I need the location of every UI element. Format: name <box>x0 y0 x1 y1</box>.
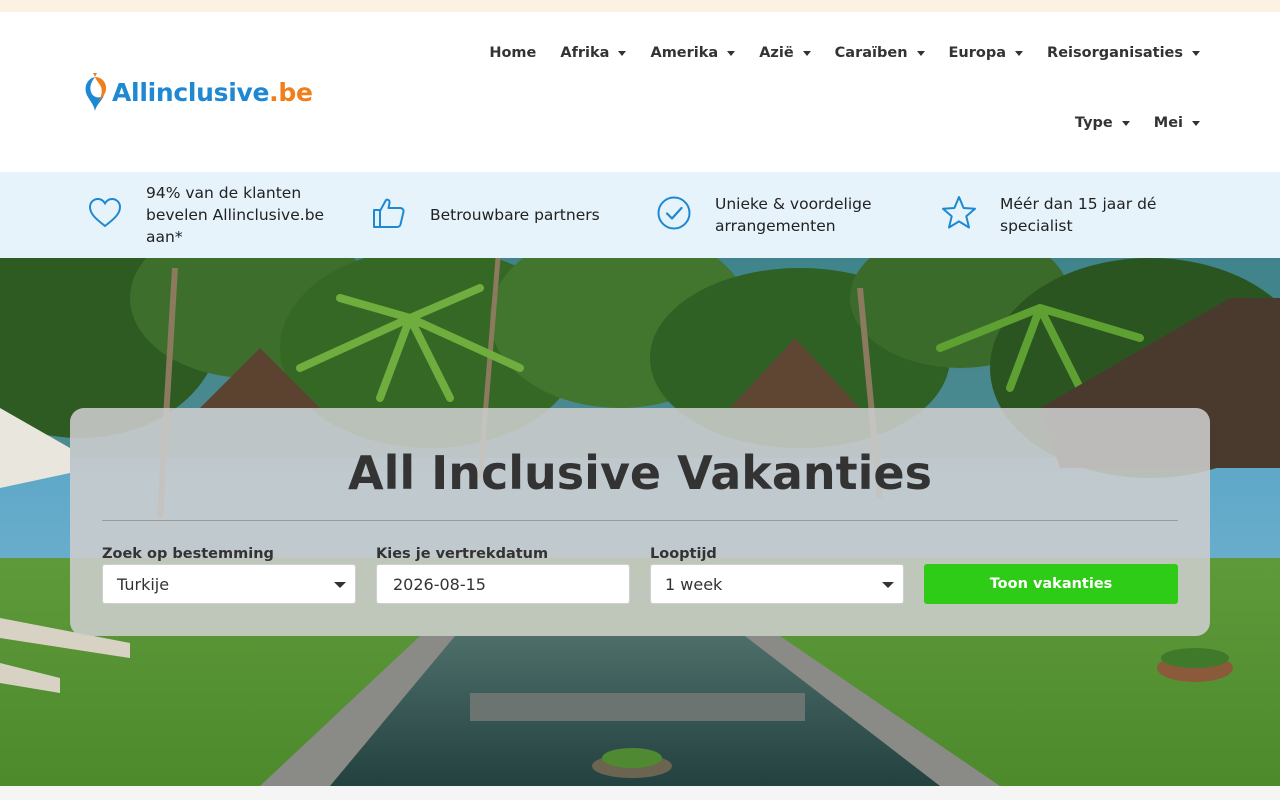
usp-item-arrangements: Unieke & voordelige arrangementen <box>655 172 925 258</box>
logo-mark-icon <box>80 71 110 113</box>
caret-down-icon <box>916 50 925 56</box>
usp-item-specialist: Méér dan 15 jaar dé specialist <box>940 172 1200 258</box>
nav-item-afrika[interactable]: Afrika <box>560 38 627 68</box>
main-navigation: Home Afrika Amerika Azië Caraïben Europa… <box>400 38 1200 138</box>
usp-text: Unieke & voordelige arrangementen <box>715 195 872 235</box>
caret-down-icon <box>727 50 736 56</box>
nav-label: Caraïben <box>834 45 908 61</box>
nav-label: Afrika <box>560 45 610 61</box>
destination-value: Turkije <box>117 574 170 594</box>
nav-item-amerika[interactable]: Amerika <box>650 38 736 68</box>
show-holidays-button[interactable]: Toon vakanties <box>924 564 1178 604</box>
hero-section: All Inclusive Vakanties Zoek op bestemmi… <box>0 258 1280 786</box>
select-caret-icon <box>882 582 894 588</box>
nav-label: Mei <box>1153 115 1183 131</box>
caret-down-icon <box>1121 120 1130 126</box>
site-header: Allinclusive.be Home Afrika Amerika Azië… <box>0 12 1280 172</box>
select-caret-icon <box>334 582 346 588</box>
nav-label: Type <box>1074 115 1113 131</box>
heart-icon <box>86 194 124 236</box>
hero-title: All Inclusive Vakanties <box>348 446 932 500</box>
site-logo[interactable]: Allinclusive.be <box>80 70 313 114</box>
nav-item-mei[interactable]: Mei <box>1154 108 1200 138</box>
caret-down-icon <box>1192 120 1200 126</box>
thumbs-up-icon <box>370 194 408 236</box>
usp-text: Méér dan 15 jaar dé specialist <box>1000 195 1157 235</box>
logo-text-tld: .be <box>269 77 313 107</box>
search-divider <box>102 520 1178 521</box>
logo-text: Allinclusive.be <box>112 78 313 107</box>
destination-select[interactable]: Turkije <box>102 564 356 604</box>
usp-text: Betrouwbare partners <box>430 206 600 224</box>
departure-date-label: Kies je vertrekdatum <box>376 546 549 562</box>
nav-item-azie[interactable]: Azië <box>759 38 811 68</box>
nav-item-type[interactable]: Type <box>1075 108 1130 138</box>
nav-label: Europa <box>948 45 1007 61</box>
search-form-card: All Inclusive Vakanties Zoek op bestemmi… <box>70 408 1210 636</box>
usp-text: 94% van de klanten bevelen Allinclusive.… <box>146 184 325 246</box>
duration-label: Looptijd <box>650 546 717 562</box>
duration-select[interactable]: 1 week <box>650 564 904 604</box>
caret-down-icon <box>1015 50 1024 56</box>
usp-item-recommend: 94% van de klanten bevelen Allinclusive.… <box>86 172 346 258</box>
nav-label: Reisorganisaties <box>1047 45 1183 61</box>
nav-label: Home <box>489 45 537 61</box>
nav-item-home[interactable]: Home <box>489 38 536 68</box>
top-announcement-bar <box>0 0 1280 12</box>
nav-label: Azië <box>759 45 794 61</box>
star-icon <box>940 194 978 236</box>
check-circle-icon <box>655 194 693 236</box>
logo-text-main: Allinclusive <box>112 77 270 107</box>
caret-down-icon <box>618 50 627 56</box>
usp-bar: 94% van de klanten bevelen Allinclusive.… <box>0 172 1280 258</box>
nav-label: Amerika <box>650 45 719 61</box>
nav-item-europa[interactable]: Europa <box>949 38 1024 68</box>
departure-date-value: 2026-08-15 <box>393 574 486 594</box>
caret-down-icon <box>802 50 811 56</box>
departure-date-input[interactable]: 2026-08-15 <box>376 564 630 604</box>
destination-label: Zoek op bestemming <box>102 546 274 562</box>
nav-item-reisorganisaties[interactable]: Reisorganisaties <box>1047 38 1200 68</box>
caret-down-icon <box>1192 50 1200 56</box>
usp-item-partners: Betrouwbare partners <box>370 172 630 258</box>
nav-item-caraiben[interactable]: Caraïben <box>835 38 925 68</box>
page-bottom-strip <box>0 786 1280 800</box>
duration-value: 1 week <box>665 574 723 594</box>
